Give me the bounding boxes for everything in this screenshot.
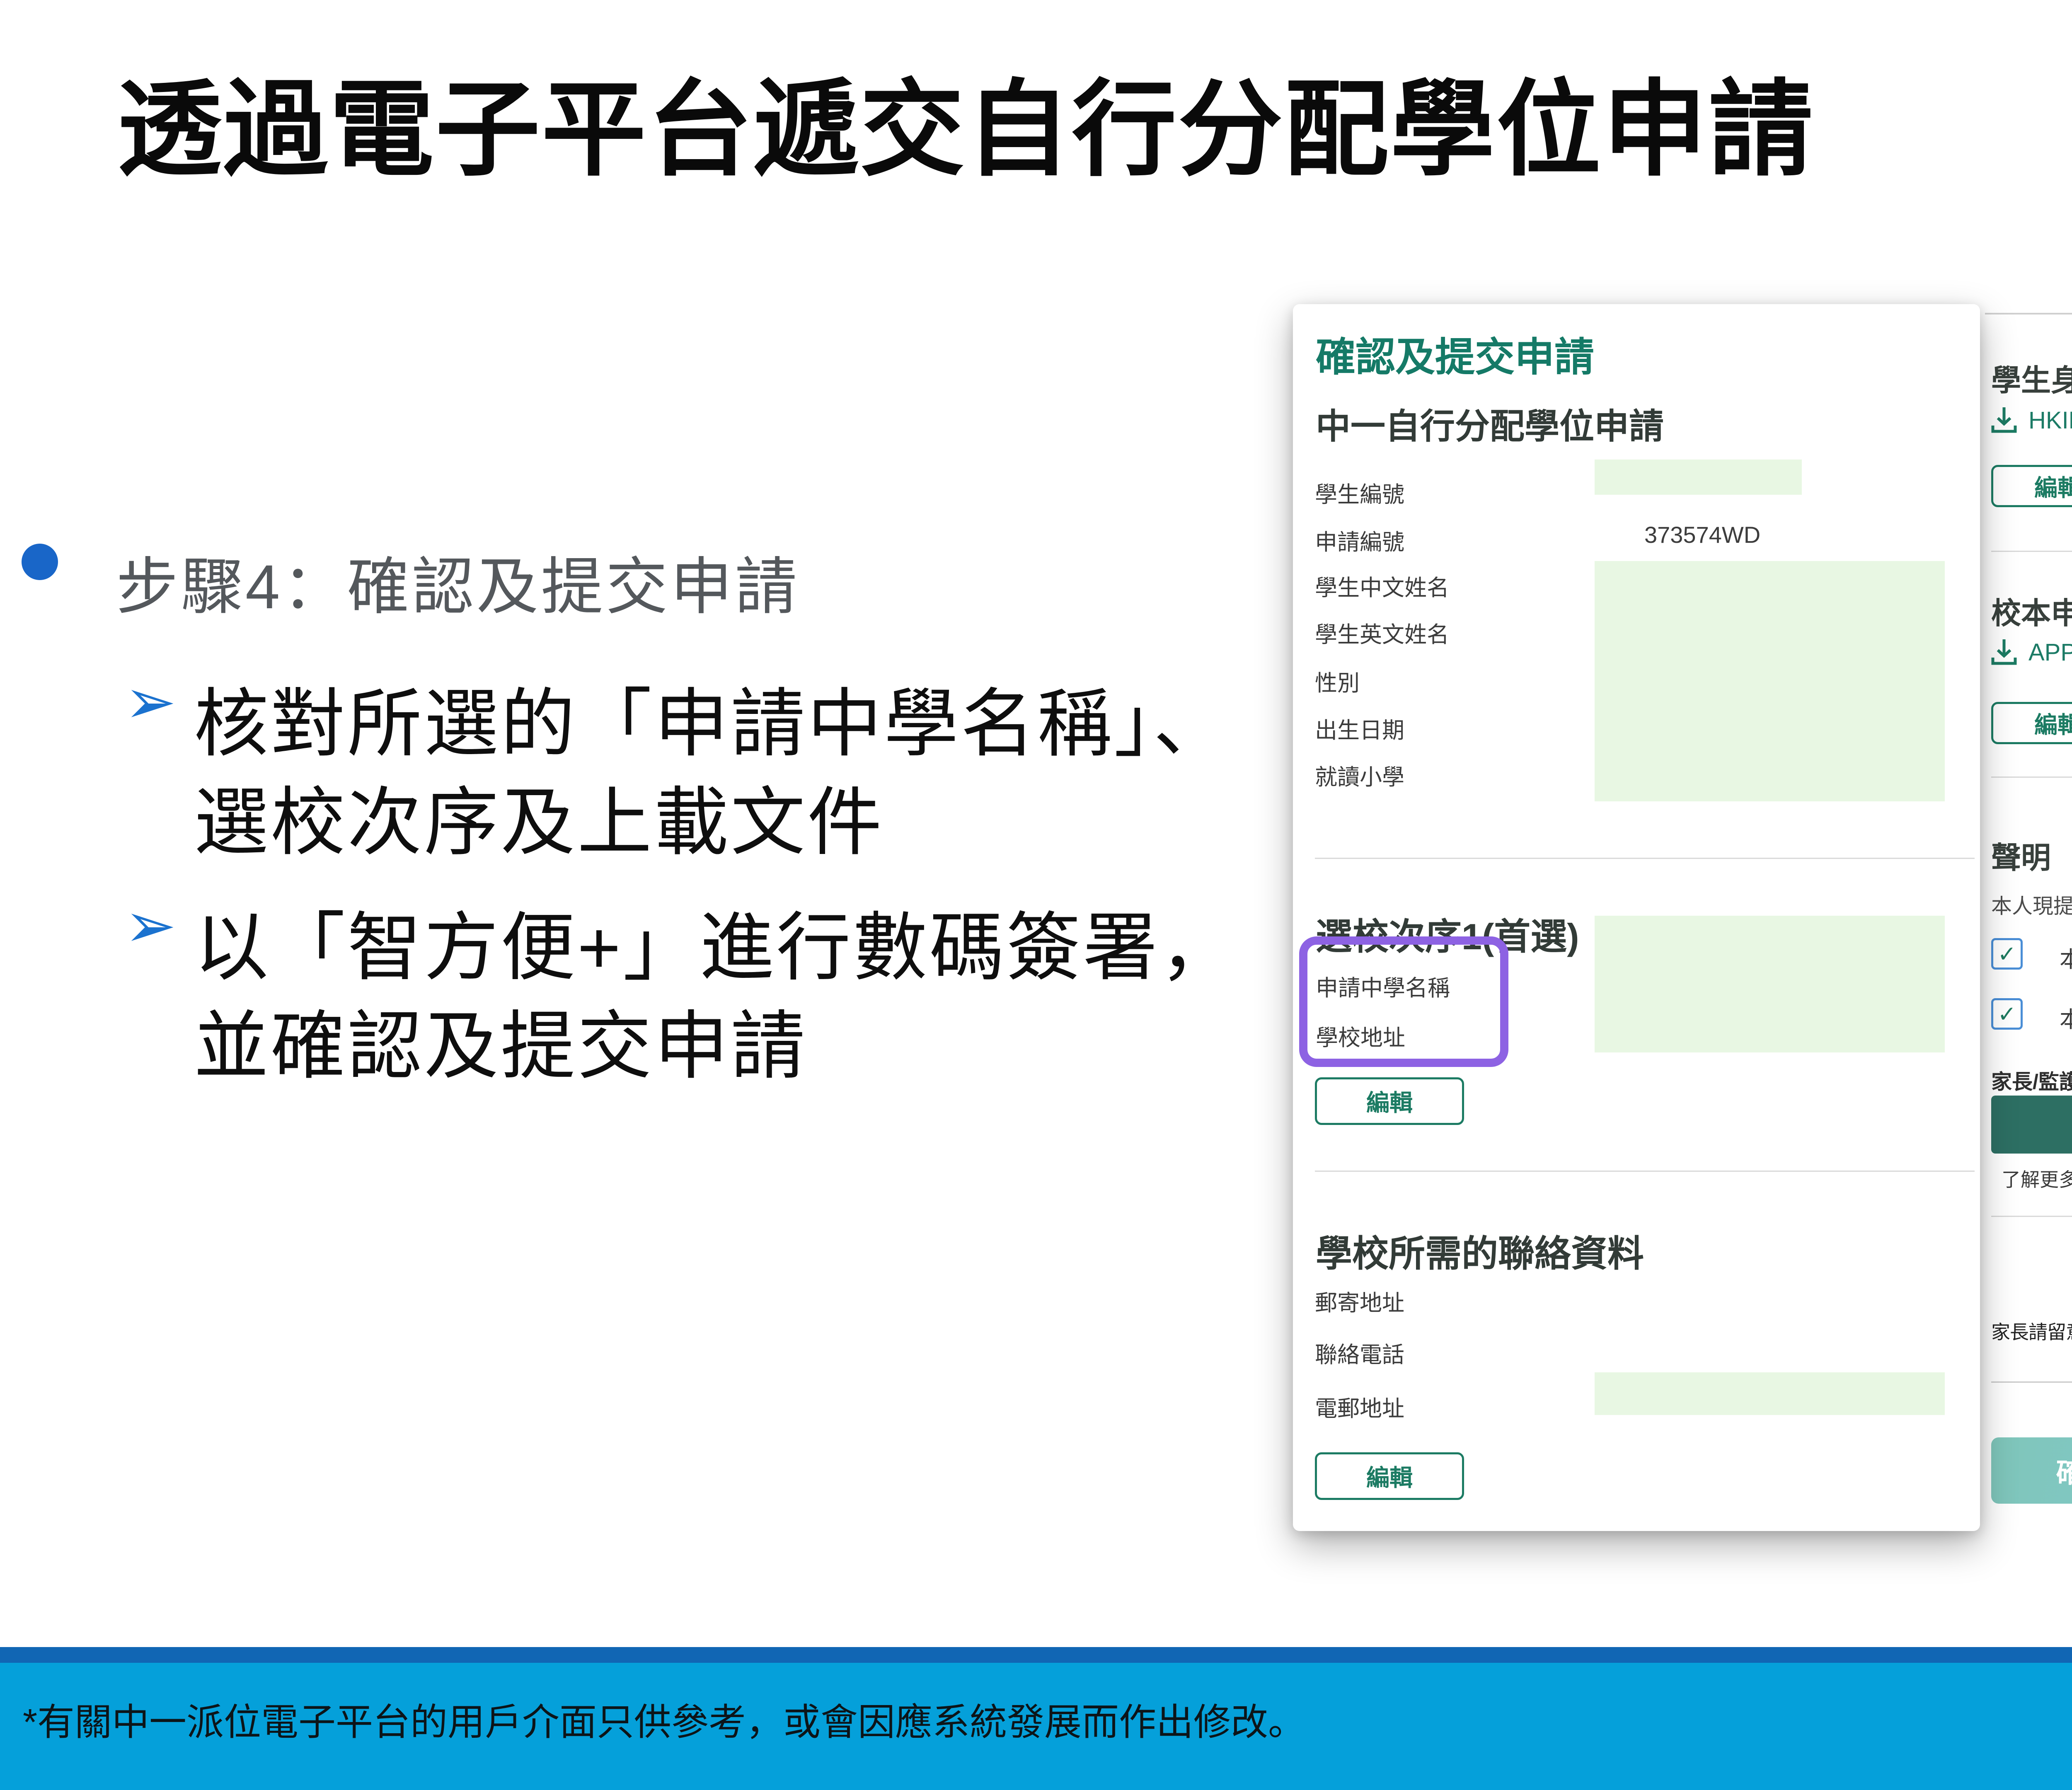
application-no-label: 申請編號 [1315,524,1404,556]
slide-title: 透過電子平台遞交自行分配學位申請 [117,45,1815,196]
submission-notice: 家長請留意，無論有關申請是以紙本還是透過「中一派位電子平台」遞交，申請一經遞交，… [1991,1317,2072,1345]
slide-canvas: 透過電子平台遞交自行分配學位申請 步驟4：確認及提交申請 ➢ 核對所選的「申請中… [0,0,2072,1790]
student-no-value-box [1595,460,1802,495]
step-bullet-dot-icon [22,544,58,580]
declaration-checkbox-1[interactable]: ✓ [1991,938,2023,970]
divider [1315,1171,1975,1172]
contact-section-title: 學校所需的聯絡資料 [1316,1224,1644,1277]
divider [1991,551,2072,552]
check1-pre: 本人已閱讀並明白 [2060,947,2072,972]
divider [1991,776,2072,778]
email-label: 電郵地址 [1315,1390,1404,1423]
confirm-submit-button[interactable]: 確認及提交申請 [1991,1437,2072,1504]
choice1-edit-button[interactable]: 編輯 [1315,1077,1464,1125]
check-icon: ✓ [1997,941,2016,967]
declaration-statement-2: 本人已閱讀並明白申請中學於學校網站上有關中一自行分配學位申請的《個人資料收集聲明… [2060,1001,2072,1034]
arrow-bullet-icon: ➢ [124,894,177,956]
declaration-intro: 本人現提交申請表供學校處理，本人聲明據本人所知所信，本申請表內所填報的各項資料均… [1991,890,2072,919]
declaration-title: 聲明 [1991,833,2051,877]
bullet2-line1: 以「智方便+」進行數碼簽署， [194,887,1236,995]
check2-pre: 本人已閱讀並明白申請中學於學校網站上有關中一自行分配學位申請的 [2060,1007,2072,1032]
signature-label: 家長/監護人簽署 [1991,1065,2072,1095]
phone-label: 聯絡電話 [1315,1336,1404,1369]
declaration-checkbox-2[interactable]: ✓ [1991,998,2023,1030]
postal-address-label: 郵寄地址 [1315,1284,1404,1317]
school-form-title: 校本申請表 [1991,589,2072,632]
divider [1991,1381,2072,1383]
download-icon [1991,406,2017,434]
bullet2-line2: 並確認及提交申請 [194,985,807,1093]
footer-accent-bar [0,1647,2072,1663]
download-icon [1991,639,2017,666]
gender-label: 性別 [1315,665,1360,697]
highlight-annotation-box [1299,936,1508,1067]
choice1-value-box [1595,916,1945,1052]
bullet1-line1: 核對所選的「申請中學名稱」、 [194,663,1230,771]
documents-panel: 學生身份證明文件 HKID.pdf 編輯 校本申請表 APPLICATION F… [1985,313,2072,1526]
id-doc-file-link[interactable]: HKID.pdf [2028,406,2072,434]
id-doc-title: 學生身份證明文件 [1991,356,2072,399]
school-form-edit-button[interactable]: 編輯 [1991,702,2072,744]
declaration-statement-1: 本人已閱讀並明白《中一自行分配學位注意事項》及《個人資料收集聲明》的所有內容。 [2060,941,2072,974]
learn-more-link[interactable]: 了解更多 › [2002,1165,2072,1192]
confirm-form-panel: 確認及提交申請 中一自行分配學位申請 學生編號 申請編號 373574WD 學生… [1293,304,1980,1531]
footer-disclaimer: *有關中一派位電子平台的用戶介面只供參考，或會因應系統發展而作出修改。 [23,1692,1305,1746]
divider [1991,1216,2072,1217]
step-heading: 步驟4：確認及提交申請 [116,537,799,626]
check-icon: ✓ [1997,1001,2016,1027]
bullet1-line2: 選校次序及上載文件 [194,762,884,870]
notice-pre: 家長請留意，無論有關申請是以紙本還是透過「中一派位電子平台」遞交， [1991,1321,2072,1343]
student-no-label: 學生編號 [1315,476,1404,509]
name-zh-label: 學生中文姓名 [1315,569,1449,602]
footer: *有關中一派位電子平台的用戶介面只供參考，或會因應系統發展而作出修改。 16 [0,1663,2072,1790]
email-value-box [1595,1372,1945,1415]
contact-edit-button[interactable]: 編輯 [1315,1452,1464,1500]
name-en-label: 學生英文姓名 [1315,616,1449,649]
school-form-file-link[interactable]: APPLICATION FORM.pdf [2028,639,2072,666]
form-header: 確認及提交申請 [1316,325,1594,382]
arrow-bullet-icon: ➢ [124,670,177,733]
dob-label: 出生日期 [1315,712,1404,745]
iamsmart-sign-button[interactable]: 以智方便簽署 [1991,1096,2072,1154]
id-doc-edit-button[interactable]: 編輯 [1991,465,2072,507]
student-details-value-box [1595,561,1945,801]
divider [1315,858,1975,859]
application-no-value: 373574WD [1644,521,1760,548]
form-subheader: 中一自行分配學位申請 [1316,399,1664,449]
primary-school-label: 就讀小學 [1315,759,1404,791]
